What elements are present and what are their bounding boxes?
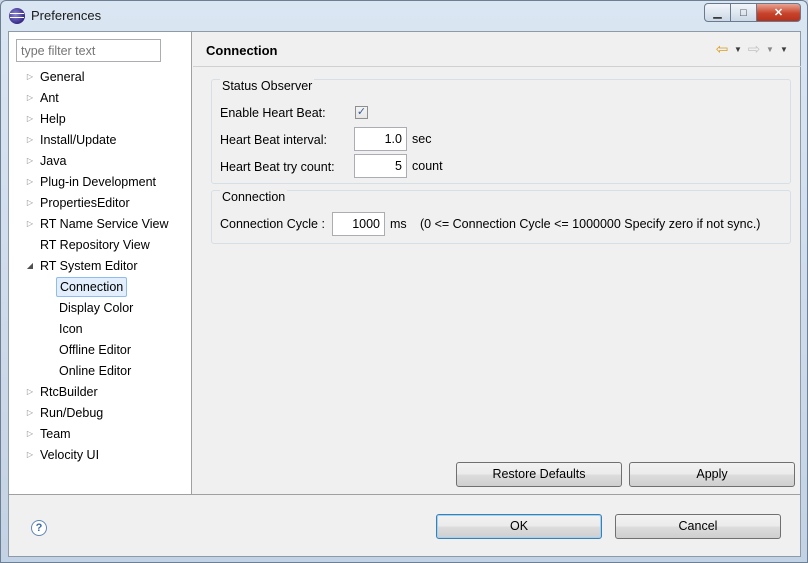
minimize-icon: ▁: [713, 7, 722, 19]
status-observer-group: Status Observer Enable Heart Beat: ✓ Hea…: [211, 79, 791, 184]
header-divider: [193, 66, 801, 67]
tree-item[interactable]: ▷ General: [9, 67, 192, 87]
expand-triangle-icon[interactable]: ▷: [25, 403, 35, 423]
tree-item-label: RT System Editor: [40, 259, 138, 273]
restore-defaults-button[interactable]: Restore Defaults: [456, 462, 622, 487]
tree-item-label: Icon: [59, 322, 83, 336]
tree-item-label: Connection: [56, 277, 128, 297]
preference-tree-panel: ▷ General ▷ Ant ▷ Help ▷ Install/Update ▷ Java ▷ Pl…: [9, 32, 192, 494]
expand-triangle-icon[interactable]: ▷: [25, 193, 35, 213]
tree-item[interactable]: ▷ Java: [9, 151, 192, 171]
ok-button[interactable]: OK: [436, 514, 602, 539]
heart-beat-try-count-field[interactable]: 5: [354, 154, 407, 178]
tree-item[interactable]: ▷ Help: [9, 109, 192, 129]
maximize-button[interactable]: □: [731, 3, 757, 22]
tree-item-label: Install/Update: [40, 133, 117, 147]
expand-triangle-icon[interactable]: ▷: [25, 424, 35, 444]
connection-cycle-hint: (0 <= Connection Cycle <= 1000000 Specif…: [420, 217, 761, 231]
expand-triangle-icon[interactable]: ▷: [25, 67, 35, 87]
page-navigation: ⇦ ▼ ⇨ ▼ ▼: [713, 39, 791, 59]
enable-heart-beat-checkbox[interactable]: ✓: [355, 106, 368, 119]
preference-page: Connection ⇦ ▼ ⇨ ▼ ▼ Status Observer Ena…: [193, 32, 801, 494]
apply-button[interactable]: Apply: [629, 462, 795, 487]
tree-item[interactable]: Display Color: [9, 298, 192, 318]
connection-cycle-field[interactable]: 1000: [332, 212, 385, 236]
eclipse-icon: [9, 8, 25, 24]
window-title: Preferences: [31, 8, 102, 23]
heart-beat-interval-unit: sec: [412, 132, 432, 146]
back-history-dropdown-icon[interactable]: ▼: [731, 45, 745, 54]
filter-input[interactable]: [16, 39, 161, 62]
tree-item-label: Display Color: [59, 301, 134, 315]
check-icon: ✓: [356, 106, 367, 118]
tree-item[interactable]: ▷ Run/Debug: [9, 403, 192, 423]
tree-item-label: Ant: [40, 91, 59, 105]
tree-item-label: Velocity UI: [40, 448, 100, 462]
connection-cycle-label: Connection Cycle :: [220, 217, 325, 231]
tree-item[interactable]: ▷ Plug-in Development: [9, 172, 192, 192]
title-bar[interactable]: Preferences ▁ □ ✕: [1, 1, 807, 31]
window-controls: ▁ □ ✕: [704, 3, 801, 22]
connection-group: Connection Connection Cycle : 1000 ms (0…: [211, 190, 791, 244]
help-icon[interactable]: ?: [31, 520, 47, 536]
heart-beat-try-count-label: Heart Beat try count:: [220, 160, 335, 174]
tree-item[interactable]: Icon: [9, 319, 192, 339]
tree-item-label: PropertiesEditor: [40, 196, 130, 210]
connection-cycle-unit: ms: [390, 217, 407, 231]
tree-item-label: Offline Editor: [59, 343, 132, 357]
heart-beat-interval-field[interactable]: 1.0: [354, 127, 407, 151]
tree-item-label: RT Name Service View: [40, 217, 169, 231]
tree-item-label: Online Editor: [59, 364, 132, 378]
tree-item-label: RT Repository View: [40, 238, 150, 252]
tree-item[interactable]: ◢ RT System Editor: [9, 256, 192, 276]
tree-item-label: Team: [40, 427, 71, 441]
tree-item[interactable]: ▷ Velocity UI: [9, 445, 192, 465]
dialog-client-area: ▷ General ▷ Ant ▷ Help ▷ Install/Update ▷ Java ▷ Pl…: [8, 31, 801, 557]
collapse-triangle-icon[interactable]: ◢: [25, 256, 35, 276]
tree-item[interactable]: Online Editor: [9, 361, 192, 381]
expand-triangle-icon[interactable]: ▷: [25, 88, 35, 108]
expand-triangle-icon[interactable]: ▷: [25, 382, 35, 402]
cancel-button[interactable]: Cancel: [615, 514, 781, 539]
dialog-button-bar: ? OK Cancel: [9, 494, 800, 556]
tree-item[interactable]: Offline Editor: [9, 340, 192, 360]
tree-item[interactable]: RT Repository View: [9, 235, 192, 255]
tree-item[interactable]: Connection: [9, 277, 192, 297]
tree-item-label: Java: [40, 154, 67, 168]
tree-item[interactable]: ▷ RT Name Service View: [9, 214, 192, 234]
expand-triangle-icon[interactable]: ▷: [25, 151, 35, 171]
tree-item[interactable]: ▷ Team: [9, 424, 192, 444]
minimize-button[interactable]: ▁: [704, 3, 731, 22]
page-title: Connection: [206, 43, 278, 58]
tree-item-label: Run/Debug: [40, 406, 104, 420]
preferences-window: Preferences ▁ □ ✕ ▷ General ▷ Ant ▷ Help ▷ Inst…: [0, 0, 808, 563]
expand-triangle-icon[interactable]: ▷: [25, 445, 35, 465]
view-menu-icon[interactable]: ▼: [777, 45, 791, 54]
maximize-icon: □: [740, 6, 747, 19]
enable-heart-beat-label: Enable Heart Beat:: [220, 106, 326, 120]
expand-triangle-icon[interactable]: ▷: [25, 172, 35, 192]
status-observer-title: Status Observer: [220, 79, 315, 93]
connection-group-title: Connection: [220, 190, 288, 204]
heart-beat-try-count-unit: count: [412, 159, 443, 173]
tree-item[interactable]: ▷ RtcBuilder: [9, 382, 192, 402]
expand-triangle-icon[interactable]: ▷: [25, 214, 35, 234]
tree-item[interactable]: ▷ Ant: [9, 88, 192, 108]
tree-item-label: RtcBuilder: [40, 385, 98, 399]
close-button[interactable]: ✕: [757, 3, 801, 22]
tree-item-label: General: [40, 70, 85, 84]
forward-arrow-icon[interactable]: ⇨: [745, 40, 763, 58]
back-arrow-icon[interactable]: ⇦: [713, 40, 731, 58]
heart-beat-interval-label: Heart Beat interval:: [220, 133, 327, 147]
tree-item-label: Plug-in Development: [40, 175, 157, 189]
tree-item[interactable]: ▷ Install/Update: [9, 130, 192, 150]
forward-history-dropdown-icon[interactable]: ▼: [763, 45, 777, 54]
expand-triangle-icon[interactable]: ▷: [25, 130, 35, 150]
tree-item[interactable]: ▷ PropertiesEditor: [9, 193, 192, 213]
tree-item-label: Help: [40, 112, 66, 126]
expand-triangle-icon[interactable]: ▷: [25, 109, 35, 129]
close-icon: ✕: [773, 7, 784, 19]
